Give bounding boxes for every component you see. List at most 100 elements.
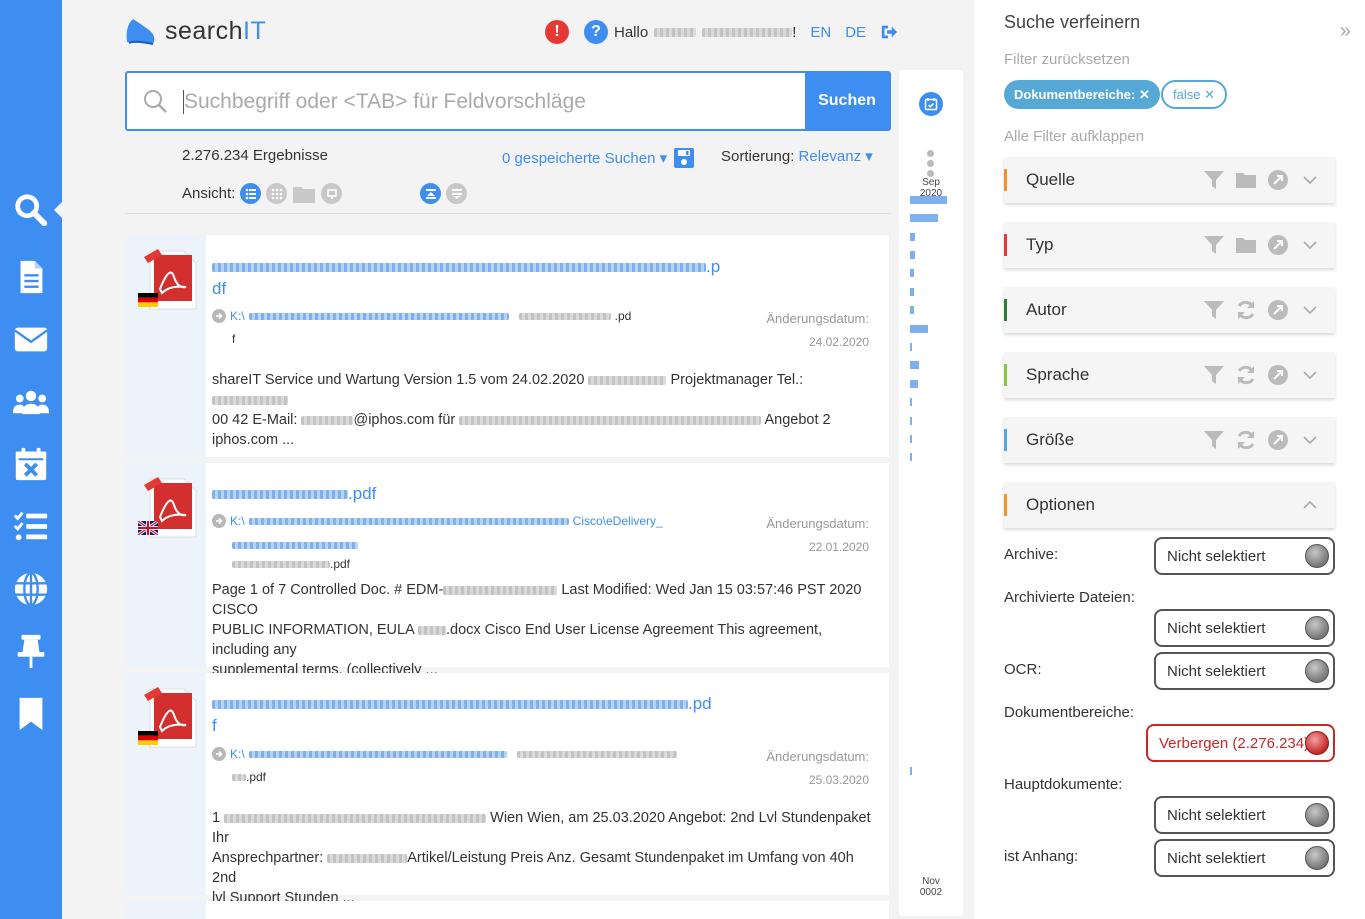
chevron-down-icon[interactable]	[1299, 234, 1321, 256]
help-icon[interactable]: ?	[584, 20, 608, 44]
timeline-view-icon[interactable]	[321, 183, 343, 204]
toggle-ocr[interactable]: Nicht selektiert	[1154, 652, 1335, 690]
collapse-all-icon[interactable]	[446, 183, 468, 204]
timeline-bar[interactable]	[910, 233, 915, 241]
open-external-icon[interactable]	[1267, 234, 1289, 256]
timeline-bar[interactable]	[910, 380, 918, 388]
lang-de-link[interactable]: DE	[845, 24, 866, 41]
result-path[interactable]: K:\	[212, 747, 677, 761]
timeline-bar[interactable]	[910, 251, 915, 259]
facet-groesse[interactable]: Größe	[1004, 417, 1335, 463]
facet-sprache[interactable]: Sprache	[1004, 352, 1335, 398]
search-button[interactable]: Suchen	[805, 73, 889, 129]
folder-icon[interactable]	[1235, 169, 1257, 191]
flag-de-icon	[138, 293, 158, 307]
refresh-icon[interactable]	[1235, 299, 1257, 321]
open-external-icon[interactable]	[1267, 364, 1289, 386]
alert-icon[interactable]: !	[545, 20, 569, 44]
chevron-down-icon[interactable]	[1299, 429, 1321, 451]
result-thumbnail	[126, 673, 206, 895]
nav-tasks[interactable]	[0, 501, 62, 551]
bookmark-icon	[19, 697, 43, 731]
folder-view-icon[interactable]	[292, 184, 316, 204]
redacted-path	[232, 542, 358, 550]
folder-icon[interactable]	[1235, 234, 1257, 256]
toggle-archivierte-dateien[interactable]: Nicht selektiert	[1154, 609, 1335, 647]
timeline-bar[interactable]	[910, 453, 912, 461]
timeline-bar[interactable]	[910, 288, 914, 296]
timeline-bar[interactable]	[910, 417, 912, 425]
timeline-bar[interactable]	[910, 269, 914, 277]
result-title[interactable]: .pd f	[212, 693, 712, 737]
filter-chip-false[interactable]: false ✕	[1161, 80, 1227, 109]
facet-autor[interactable]: Autor	[1004, 287, 1335, 333]
path-prefix: K:\	[230, 747, 245, 761]
timeline-bar[interactable]	[910, 767, 912, 775]
timeline-handle[interactable]	[927, 150, 935, 180]
result-card[interactable]: .p df K:\ .pd f Änderungsdatum: 24.02.20…	[126, 235, 889, 457]
open-external-icon[interactable]	[1267, 429, 1289, 451]
facet-quelle[interactable]: Quelle	[1004, 157, 1335, 203]
list-view-icon[interactable]	[240, 183, 262, 204]
toggle-hauptdokumente[interactable]: Nicht selektiert	[1154, 796, 1335, 834]
facet-typ[interactable]: Typ	[1004, 222, 1335, 268]
save-icon[interactable]	[673, 147, 695, 169]
refresh-icon[interactable]	[1235, 364, 1257, 386]
nav-calendar[interactable]	[0, 439, 62, 489]
result-title[interactable]: .p df	[212, 256, 720, 300]
nav-documents[interactable]	[0, 252, 62, 302]
nav-users[interactable]	[0, 377, 62, 427]
chevron-down-icon[interactable]	[1299, 364, 1321, 386]
refresh-icon[interactable]	[1235, 429, 1257, 451]
nav-search[interactable]	[0, 185, 62, 235]
filter-icon[interactable]	[1203, 364, 1225, 386]
nav-mail[interactable]	[0, 314, 62, 364]
chevron-up-icon[interactable]	[1299, 494, 1321, 516]
open-external-icon[interactable]	[1267, 299, 1289, 321]
nav-web[interactable]	[0, 564, 62, 614]
lang-en-link[interactable]: EN	[810, 24, 831, 41]
timeline-bar[interactable]	[910, 343, 912, 351]
chevron-down-icon[interactable]	[1299, 169, 1321, 191]
grid-view-icon[interactable]	[266, 183, 288, 204]
filter-icon[interactable]	[1203, 299, 1225, 321]
toggle-archive[interactable]: Nicht selektiert	[1154, 537, 1335, 575]
timeline-bar[interactable]	[910, 306, 914, 314]
result-path[interactable]: K:\ .pd	[212, 309, 631, 323]
result-card[interactable]: .pd f K:\ .pdf Änderungsdatum: 25.03.202…	[126, 673, 889, 906]
expand-all-filters-link[interactable]: Alle Filter aufklappen	[1004, 128, 1144, 145]
filter-chip-dokumentbereiche[interactable]: Dokumentbereiche: ✕	[1004, 80, 1160, 109]
logout-icon[interactable]	[880, 23, 898, 41]
timeline-bar[interactable]	[910, 196, 947, 204]
toggle-ist-anhang[interactable]: Nicht selektiert	[1154, 839, 1335, 877]
saved-searches-dropdown[interactable]: 0 gespeicherte Suchen ▾	[502, 147, 695, 169]
sort-dropdown[interactable]: Relevanz ▾	[799, 148, 873, 165]
modified-label: Änderungsdatum:	[766, 516, 869, 531]
expand-all-icon[interactable]	[420, 183, 442, 204]
timeline-bar[interactable]	[910, 435, 912, 443]
nav-pinned[interactable]	[0, 626, 62, 676]
facet-optionen[interactable]: Optionen	[1004, 482, 1335, 528]
filter-icon[interactable]	[1203, 169, 1225, 191]
result-title[interactable]: .pdf	[212, 483, 376, 505]
timeline-bar[interactable]	[910, 325, 928, 333]
timeline-bar[interactable]	[910, 214, 938, 222]
filter-icon[interactable]	[1203, 429, 1225, 451]
timeline-bar[interactable]	[910, 361, 919, 369]
collapse-panel-icon[interactable]: »	[1340, 20, 1351, 43]
result-card[interactable]: .pdf K:\ Cisco\eDelivery_ .pdf Änderungs…	[126, 463, 889, 678]
result-path[interactable]: K:\ Cisco\eDelivery_	[212, 514, 663, 528]
open-external-icon[interactable]	[1267, 169, 1289, 191]
chevron-down-icon[interactable]	[1299, 299, 1321, 321]
timeline-bar[interactable]	[910, 398, 912, 406]
toggle-dokumentbereiche[interactable]: Verbergen (2.276.234)	[1146, 724, 1335, 762]
logo[interactable]: searchIT	[125, 16, 266, 46]
filter-icon[interactable]	[1203, 234, 1225, 256]
snippet-part: Page 1 of 7 Controlled Doc. # EDM-	[212, 582, 444, 598]
facet-color-bar	[1004, 494, 1007, 516]
reset-filters-link[interactable]: Filter zurücksetzen	[1004, 51, 1130, 68]
nav-bookmarks[interactable]	[0, 689, 62, 739]
calendar-check-icon[interactable]	[919, 92, 943, 116]
result-card[interactable]	[126, 901, 889, 919]
search-input[interactable]	[183, 90, 805, 114]
